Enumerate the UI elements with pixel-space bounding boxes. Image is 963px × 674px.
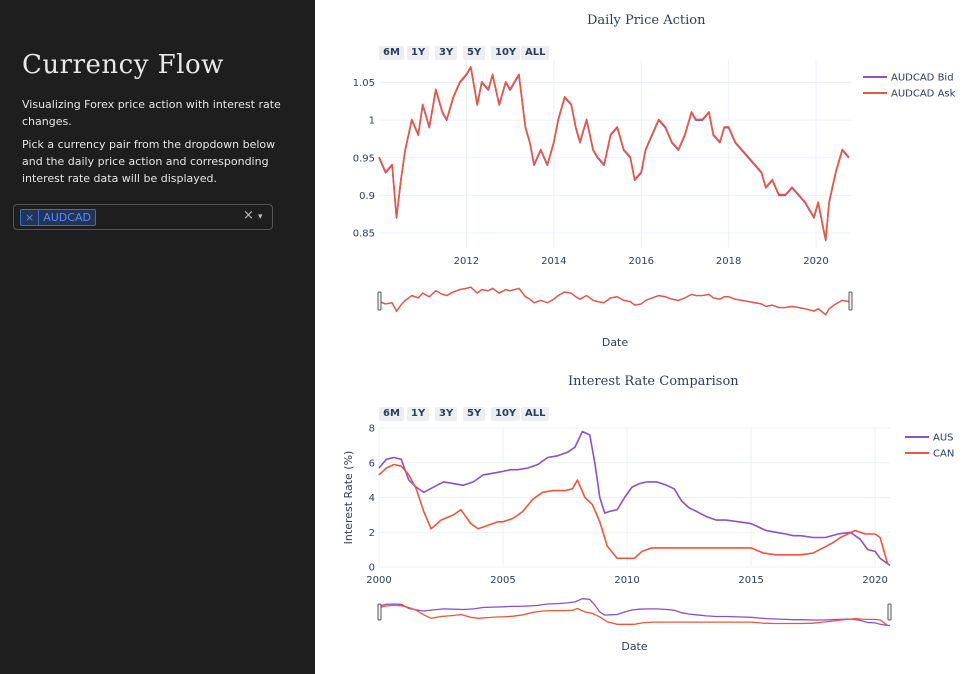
price-series-line-audcad-ask (378, 66, 850, 241)
price-x-tick-label: 2014 (541, 256, 566, 267)
rate-legend-label: CAN (933, 449, 954, 460)
rate-x-tick-label: 2000 (366, 575, 391, 586)
rate-x-axis-title: Date (621, 640, 648, 653)
price-range-slider[interactable] (378, 285, 852, 317)
price-y-tick-label: 1 (369, 116, 375, 127)
rate-series-line-can (378, 463, 889, 564)
price-x-tick-label: 2016 (628, 256, 653, 267)
price-series-line-audcad-bid (378, 66, 850, 242)
rate-y-tick-label: 6 (369, 458, 375, 469)
rate-y-tick-label: 8 (369, 424, 375, 435)
price-legend-label: AUDCAD Ask (891, 89, 956, 100)
price-x-tick-label: 2018 (716, 256, 741, 267)
rate-range-handle-right[interactable] (887, 603, 892, 621)
price-legend-label: AUDCAD Bid (891, 73, 954, 84)
rate-x-tick-label: 2015 (738, 575, 763, 586)
rate-x-tick-label: 2005 (490, 575, 515, 586)
price-x-tick-label: 2020 (803, 256, 828, 267)
price-y-tick-label: 1.05 (353, 78, 375, 89)
rate-y-tick-label: 4 (369, 493, 375, 504)
price-x-tick-label: 2012 (454, 256, 479, 267)
rate-x-tick-label: 2020 (862, 575, 887, 586)
price-range-handle-right[interactable] (848, 291, 853, 311)
rate-range-handle-left[interactable] (377, 603, 382, 621)
price-y-tick-label: 0.85 (353, 228, 375, 239)
rate-series-line-aus (378, 430, 891, 566)
charts-canvas: 0.85 0.9 0.95 1 1.05 2012 2014 2016 2018 2020 Date… (342, 60, 956, 653)
rate-y-axis-title: Interest Rate (%) (342, 451, 355, 545)
rate-legend-label: AUS (933, 433, 954, 444)
price-range-handle-left[interactable] (377, 291, 382, 311)
price-y-tick-label: 0.95 (353, 153, 375, 164)
rate-y-tick-label: 0 (369, 563, 375, 574)
price-y-tick-label: 0.9 (359, 191, 375, 202)
price-x-axis-title: Date (602, 336, 629, 349)
rate-x-tick-label: 2010 (614, 575, 639, 586)
rate-y-tick-label: 2 (369, 528, 375, 539)
rate-range-slider[interactable] (378, 597, 891, 627)
